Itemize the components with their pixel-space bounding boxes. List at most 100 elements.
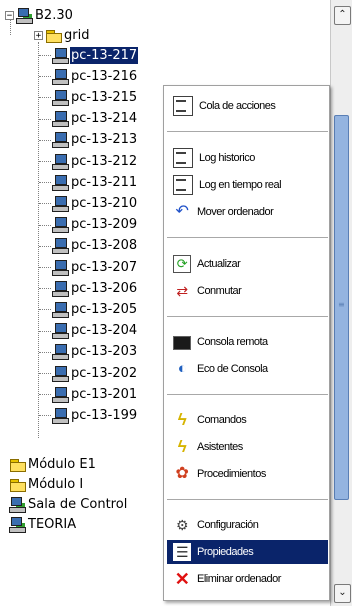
node-label: pc-13-214	[71, 111, 138, 127]
tree-node-sala-de-control[interactable]: Sala de Control	[9, 494, 128, 514]
tree-node-pc[interactable]: pc-13-206	[52, 278, 138, 298]
node-label: pc-13-203	[71, 344, 138, 360]
tree-connector	[39, 330, 51, 332]
tree-connector	[39, 118, 51, 120]
tree-node-pc[interactable]: pc-13-199	[52, 405, 138, 425]
folder-icon	[9, 477, 26, 492]
menu-item-label: Comandos	[197, 414, 247, 426]
tree-node-pc[interactable]: pc-13-208	[52, 236, 138, 256]
tree-node-pc[interactable]: pc-13-209	[52, 215, 138, 235]
menu-separator	[167, 131, 328, 132]
menu-item-label: Consola remota	[197, 336, 268, 348]
tree-node-pc[interactable]: pc-13-213	[52, 130, 138, 150]
menu-item-eliminar-ordenador[interactable]: ✕ Eliminar ordenador	[167, 567, 328, 591]
scroll-thumb[interactable]: ≡	[334, 115, 349, 500]
tree-connector	[39, 394, 51, 396]
menu-item-label: Eco de Consola	[197, 363, 268, 375]
echo-icon: ◐	[177, 360, 187, 377]
node-label: pc-13-209	[71, 217, 138, 233]
node-label: pc-13-210	[71, 195, 138, 211]
menu-item-actualizar[interactable]: ⟳ Actualizar	[167, 252, 328, 276]
network-icon	[16, 7, 33, 24]
tree-connector	[39, 373, 51, 374]
menu-item-conmutar[interactable]: ⇄ Conmutar	[167, 279, 328, 303]
folder-icon	[9, 457, 26, 472]
scroll-down-button[interactable]: ⌄	[334, 584, 351, 603]
switch-icon: ⇄	[176, 283, 188, 299]
tree-connector	[38, 42, 39, 438]
node-label: pc-13-206	[71, 280, 138, 296]
tree-node-teoria[interactable]: TEORIA	[9, 514, 77, 534]
tree-node-pc[interactable]: pc-13-205	[52, 299, 138, 319]
menu-item-label: Conmutar	[197, 285, 242, 297]
menu-item-propiedades[interactable]: ☰ Propiedades	[167, 540, 328, 564]
menu-item-mover-ordenador[interactable]: ↶ Mover ordenador	[167, 200, 328, 224]
menu-separator	[167, 499, 328, 500]
menu-item-label: Log historico	[199, 152, 255, 164]
menu-item-asistentes[interactable]: ϟ Asistentes	[167, 435, 328, 459]
tree-node-pc[interactable]: pc-13-203	[52, 342, 138, 362]
menu-item-label: Asistentes	[197, 441, 243, 453]
menu-item-eco-de-consola[interactable]: ◐ Eco de Consola	[167, 357, 328, 381]
tree-node-grid[interactable]: + grid	[34, 25, 90, 45]
computer-icon	[52, 111, 69, 128]
node-label: B2.30	[35, 7, 73, 23]
computer-icon	[52, 217, 69, 234]
tree-node-pc[interactable]: pc-13-216	[52, 66, 138, 86]
node-label: TEORIA	[28, 516, 77, 532]
tree-node-pc[interactable]: pc-13-202	[52, 363, 138, 383]
tree-node-pc[interactable]: pc-13-207	[52, 257, 138, 277]
menu-item-consola-remota[interactable]: Consola remota	[167, 330, 328, 354]
tree-node-pc[interactable]: pc-13-214	[52, 109, 138, 129]
node-label: pc-13-211	[71, 174, 138, 190]
menu-item-log-historico[interactable]: Log historico	[167, 146, 328, 170]
tree-node-pc[interactable]: pc-13-211	[52, 172, 138, 192]
menu-item-configuracion[interactable]: ⚙ Configuración	[167, 513, 328, 537]
computer-icon	[52, 238, 69, 255]
context-menu: Cola de acciones Log historico Log en ti…	[163, 85, 330, 601]
computer-icon	[52, 280, 69, 297]
tree-connector	[39, 182, 51, 184]
tree-connector	[39, 309, 51, 311]
menu-item-procedimientos[interactable]: ✿ Procedimientos	[167, 462, 328, 486]
tree-node-pc[interactable]: pc-13-210	[52, 193, 138, 213]
scroll-up-button[interactable]: ⌃	[334, 6, 351, 25]
action-queue-icon	[173, 96, 193, 116]
tree-node-pc[interactable]: pc-13-215	[52, 87, 138, 107]
expand-expander[interactable]: +	[34, 30, 43, 40]
computer-icon	[52, 132, 69, 149]
node-label: pc-13-208	[71, 238, 138, 254]
network-icon	[9, 496, 26, 513]
node-label: pc-13-207	[71, 259, 138, 275]
tree-node-pc[interactable]: pc-13-204	[52, 321, 138, 341]
node-label: pc-13-202	[71, 365, 138, 381]
tree-node-modulo-i[interactable]: Módulo I	[9, 474, 84, 494]
menu-separator	[167, 316, 328, 317]
tree-node-pc[interactable]: pc-13-217	[52, 45, 140, 65]
log-history-icon	[173, 148, 193, 168]
menu-item-label: Log en tiempo real	[199, 179, 282, 191]
menu-separator	[167, 394, 328, 395]
tree-connector	[39, 224, 51, 226]
tree-node-pc[interactable]: pc-13-212	[52, 151, 138, 171]
menu-item-cola-de-acciones[interactable]: Cola de acciones	[167, 94, 328, 118]
menu-item-comandos[interactable]: ϟ Comandos	[167, 408, 328, 432]
computer-icon	[52, 407, 69, 424]
collapse-expander[interactable]: −	[5, 10, 14, 20]
refresh-icon: ⟳	[173, 255, 191, 273]
menu-item-label: Mover ordenador	[197, 206, 274, 218]
computer-icon	[52, 386, 69, 403]
node-label: pc-13-216	[71, 68, 138, 84]
tree-node-pc[interactable]: pc-13-201	[52, 384, 138, 404]
menu-separator	[167, 237, 328, 238]
computer-icon	[52, 301, 69, 318]
node-label: Módulo E1	[28, 456, 96, 472]
node-label: grid	[64, 27, 90, 43]
tree-connector	[39, 139, 51, 141]
vertical-scrollbar[interactable]: ⌃ ≡ ⌄	[330, 0, 352, 606]
tree-node-modulo-e1[interactable]: Módulo E1	[9, 454, 97, 474]
tree-node-b2-30[interactable]: − B2.30	[5, 5, 74, 25]
node-label: pc-13-213	[71, 132, 138, 148]
menu-item-log-en-tiempo-real[interactable]: Log en tiempo real	[167, 173, 328, 197]
menu-item-label: Actualizar	[197, 258, 241, 270]
